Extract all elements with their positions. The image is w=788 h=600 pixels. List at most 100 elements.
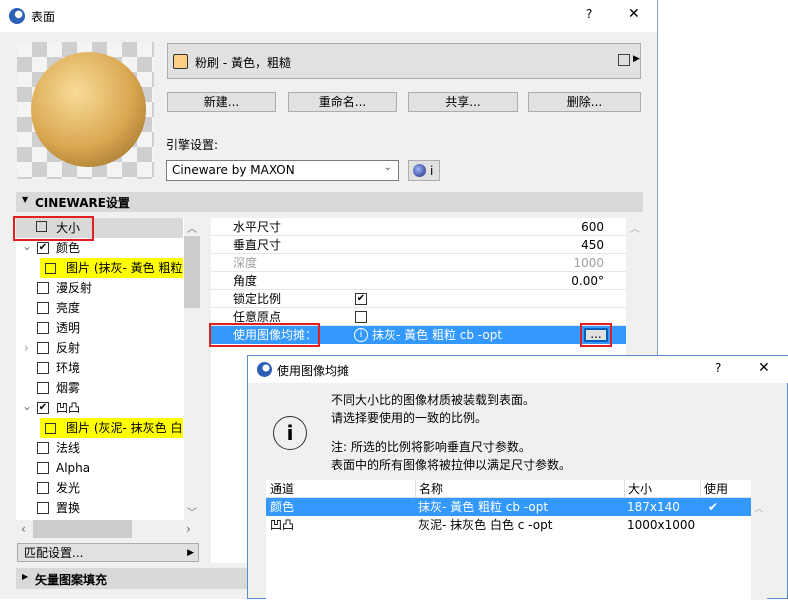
- material-swatch: [173, 54, 188, 69]
- tree-item-label: 颜色: [56, 241, 81, 255]
- channel-checkbox[interactable]: [37, 362, 49, 374]
- property-label: 深度: [233, 256, 258, 270]
- cell-channel: 凹凸: [270, 518, 295, 532]
- tree-item[interactable]: ⌄ ✔ 颜色: [16, 238, 183, 258]
- window-title: 表面: [31, 10, 56, 24]
- property-value[interactable]: 0.00°: [571, 272, 604, 290]
- channel-checkbox[interactable]: [37, 282, 49, 294]
- chevron-down-icon[interactable]: ⌄: [22, 398, 32, 416]
- cineware-settings-header[interactable]: ▼ CINEWARE设置: [16, 192, 643, 212]
- tree-item-label: 发光: [56, 481, 81, 495]
- channel-checkbox[interactable]: [37, 462, 49, 474]
- property-row[interactable]: 锁定比例 ✔: [211, 290, 626, 308]
- tree-item-label: 凹凸: [56, 401, 81, 415]
- property-row[interactable]: 垂直尺寸 450: [211, 236, 626, 254]
- property-row[interactable]: 深度 1000: [211, 254, 626, 272]
- column-use[interactable]: 使用: [700, 480, 728, 498]
- info-icon: i: [273, 416, 307, 450]
- table-row[interactable]: 凹凸 灰泥- 抹灰色 白色 c -opt 1000x1000: [266, 516, 751, 534]
- use-image-value: 抹灰- 黃色 粗粒 cb -opt: [372, 328, 503, 342]
- share-button[interactable]: 共享...: [408, 92, 518, 112]
- property-row[interactable]: 角度 0.00°: [211, 272, 626, 290]
- tree-item[interactable]: ⌄ ✔ 凹凸: [16, 398, 183, 418]
- channel-checkbox[interactable]: [37, 382, 49, 394]
- property-value[interactable]: 450: [581, 236, 604, 254]
- property-value[interactable]: 600: [581, 218, 604, 236]
- column-size[interactable]: 大小: [624, 480, 652, 498]
- channel-checkbox[interactable]: [37, 502, 49, 514]
- tree-item[interactable]: Alpha: [16, 458, 183, 478]
- close-button[interactable]: ✕: [628, 6, 640, 22]
- tree-item[interactable]: 图片 (抹灰- 黃色 粗粒: [16, 258, 183, 278]
- highlight-size: [13, 216, 94, 241]
- engine-info-button[interactable]: i: [408, 160, 440, 181]
- channel-checkbox[interactable]: ✔: [37, 242, 49, 254]
- table-header: 通道 名称 大小 使用: [266, 480, 751, 498]
- engine-select[interactable]: Cineware by MAXON ⌄: [166, 160, 399, 181]
- menu-arrow-icon: ▶: [633, 54, 640, 64]
- dialog-note-2: 表面中的所有图像将被拉伸以满足尺寸参数。: [331, 458, 572, 472]
- highlight-browse: [580, 323, 612, 347]
- chevron-down-icon: ⌄: [383, 162, 392, 173]
- info-icon: i: [354, 328, 368, 342]
- table-row[interactable]: 颜色 抹灰- 黃色 粗粒 cb -opt 187x140 ✔: [266, 498, 751, 516]
- channel-checkbox[interactable]: [37, 342, 49, 354]
- tree-item-label: 漫反射: [56, 281, 93, 295]
- delete-button[interactable]: 删除...: [528, 92, 641, 112]
- material-name: 粉刷 - 黃色，粗糙: [195, 56, 291, 70]
- property-checkbox[interactable]: ✔: [355, 293, 367, 305]
- image-ratio-dialog: 使用图像均摊 ? ✕ i 不同大小比的图像材质被装载到表面。 请选择要使用的一致…: [247, 355, 788, 600]
- channel-checkbox[interactable]: ✔: [37, 402, 49, 414]
- tree-item[interactable]: 烟雾: [16, 378, 183, 398]
- channel-checkbox[interactable]: [37, 322, 49, 334]
- material-preview: [17, 42, 154, 179]
- tree-item-label: 亮度: [56, 301, 81, 315]
- cell-use-check[interactable]: ✔: [708, 498, 718, 516]
- tree-item-label: 置换: [56, 501, 81, 515]
- match-settings-button[interactable]: 匹配设置... ▶: [17, 543, 199, 562]
- tree-item[interactable]: 发光: [16, 478, 183, 498]
- dialog-close-button[interactable]: ✕: [758, 360, 770, 376]
- dialog-message-1: 不同大小比的图像材质被装载到表面。: [331, 393, 536, 407]
- rename-button[interactable]: 重命名...: [288, 92, 397, 112]
- match-settings-label: 匹配设置...: [24, 546, 84, 560]
- channel-checkbox[interactable]: [37, 482, 49, 494]
- tree-hscrollbar[interactable]: ‹ ›: [16, 520, 200, 538]
- tree-item[interactable]: 透明: [16, 318, 183, 338]
- dialog-help-button[interactable]: ?: [715, 361, 721, 375]
- tree-item[interactable]: 置换: [16, 498, 183, 518]
- chevron-right-icon[interactable]: ›: [24, 338, 29, 358]
- cell-size: 187x140: [627, 500, 680, 514]
- new-button[interactable]: 新建...: [167, 92, 276, 112]
- property-value[interactable]: 1000: [573, 254, 604, 272]
- tree-item[interactable]: 亮度: [16, 298, 183, 318]
- column-name[interactable]: 名称: [415, 480, 443, 498]
- app-logo-icon: [257, 362, 272, 377]
- dialog-note-1: 注: 所选的比例将影响垂直尺寸参数。: [331, 440, 531, 454]
- table-vscrollbar[interactable]: ︿: [751, 498, 767, 600]
- cinema4d-icon: [413, 164, 426, 177]
- material-selector[interactable]: 粉刷 - 黃色，粗糙 ▶: [167, 43, 641, 79]
- property-row[interactable]: 水平尺寸 600: [211, 218, 626, 236]
- cineware-header-label: CINEWARE设置: [35, 196, 130, 210]
- tree-item[interactable]: 环境: [16, 358, 183, 378]
- tree-item[interactable]: 图片 (灰泥- 抹灰色 白: [16, 418, 183, 438]
- property-label: 角度: [233, 274, 258, 288]
- info-label: i: [430, 164, 434, 178]
- tree-item[interactable]: › 反射: [16, 338, 183, 358]
- tree-item[interactable]: 法线: [16, 438, 183, 458]
- property-label: 锁定比例: [233, 292, 282, 306]
- help-button[interactable]: ?: [586, 7, 592, 21]
- tree-item-label: 环境: [56, 361, 81, 375]
- channel-checkbox[interactable]: [37, 302, 49, 314]
- dialog-title-bar: 使用图像均摊 ? ✕: [248, 356, 788, 383]
- image-icon: [45, 423, 56, 434]
- tree-item-label: 图片 (抹灰- 黃色 粗粒: [66, 261, 183, 275]
- tree-vscrollbar[interactable]: ︿ ﹀: [184, 218, 200, 520]
- property-label: 垂直尺寸: [233, 238, 282, 252]
- column-channel[interactable]: 通道: [270, 480, 294, 498]
- tree-item-label: 图片 (灰泥- 抹灰色 白: [66, 421, 183, 435]
- property-checkbox[interactable]: [355, 311, 367, 323]
- channel-checkbox[interactable]: [37, 442, 49, 454]
- tree-item[interactable]: 漫反射: [16, 278, 183, 298]
